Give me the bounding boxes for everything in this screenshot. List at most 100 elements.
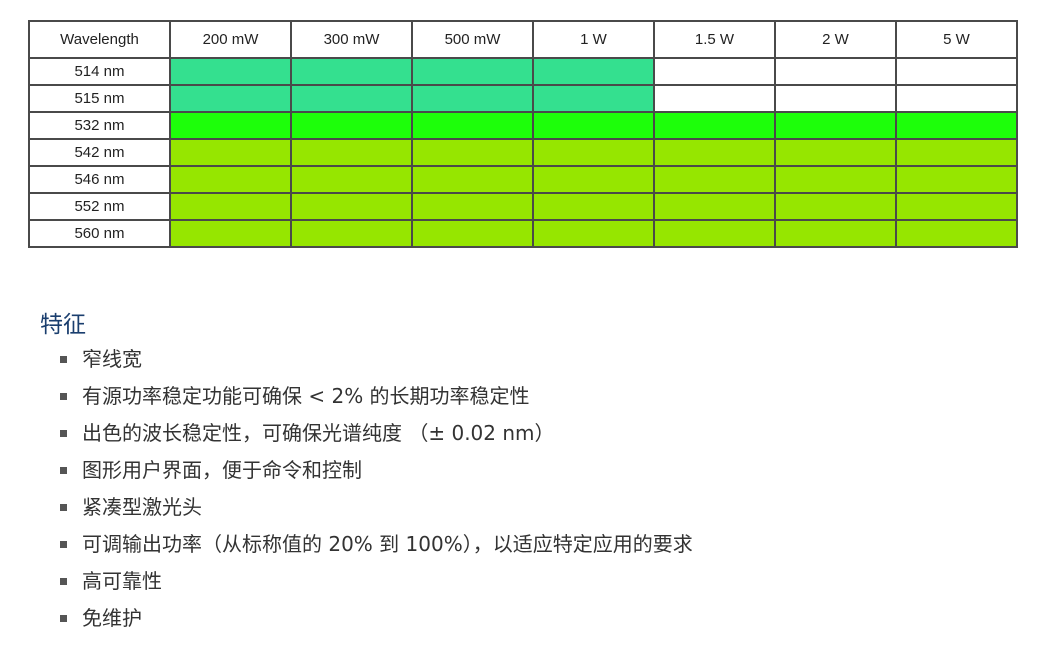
list-item: 可调输出功率（从标称值的 20% 到 100%），以适应特定应用的要求 — [60, 526, 693, 563]
wavelength-cell: 552 nm — [28, 192, 171, 221]
feature-text: 有源功率稳定功能可确保 < 2% 的长期功率稳定性 — [82, 384, 530, 408]
available-cell — [774, 165, 897, 194]
unavailable-cell — [774, 57, 897, 86]
feature-text: 出色的波长稳定性，可确保光谱纯度 （± 0.02 nm） — [82, 421, 555, 445]
bullet-icon — [60, 578, 67, 585]
wavelength-cell: 560 nm — [28, 219, 171, 248]
available-cell — [774, 192, 897, 221]
available-cell — [290, 192, 413, 221]
header-power: 5 W — [895, 20, 1018, 59]
table-row: 542 nm — [28, 138, 1018, 167]
feature-text: 可调输出功率（从标称值的 20% 到 100%），以适应特定应用的要求 — [82, 532, 693, 556]
bullet-icon — [60, 504, 67, 511]
available-cell — [895, 219, 1018, 248]
available-cell — [290, 57, 413, 86]
list-item: 图形用户界面，便于命令和控制 — [60, 452, 693, 489]
feature-text: 窄线宽 — [82, 347, 142, 371]
table-body: 514 nm 515 nm 532 nm 542 nm 546 nm 552 nm 560 … — [28, 57, 1018, 248]
available-cell — [290, 138, 413, 167]
wavelength-power-table: Wavelength 200 mW 300 mW 500 mW 1 W 1.5 … — [28, 20, 1018, 248]
available-cell — [290, 165, 413, 194]
bullet-icon — [60, 467, 67, 474]
unavailable-cell — [774, 84, 897, 113]
available-cell — [653, 165, 776, 194]
available-cell — [895, 165, 1018, 194]
bullet-icon — [60, 393, 67, 400]
product-page: Wavelength 200 mW 300 mW 500 mW 1 W 1.5 … — [0, 0, 1060, 655]
available-cell — [532, 84, 655, 113]
list-item: 高可靠性 — [60, 563, 693, 600]
table-row: 546 nm — [28, 165, 1018, 194]
available-cell — [532, 165, 655, 194]
header-power: 200 mW — [169, 20, 292, 59]
bullet-icon — [60, 430, 67, 437]
feature-list: 窄线宽 有源功率稳定功能可确保 < 2% 的长期功率稳定性 出色的波长稳定性，可… — [60, 341, 693, 637]
feature-text: 紧凑型激光头 — [82, 495, 202, 519]
feature-text: 图形用户界面，便于命令和控制 — [82, 458, 362, 482]
wavelength-cell: 546 nm — [28, 165, 171, 194]
available-cell — [290, 111, 413, 140]
table-row: 532 nm — [28, 111, 1018, 140]
wavelength-cell: 514 nm — [28, 57, 171, 86]
list-item: 窄线宽 — [60, 341, 693, 378]
available-cell — [169, 192, 292, 221]
available-cell — [169, 165, 292, 194]
list-item: 有源功率稳定功能可确保 < 2% 的长期功率稳定性 — [60, 378, 693, 415]
available-cell — [169, 57, 292, 86]
table-row: 515 nm — [28, 84, 1018, 113]
available-cell — [411, 192, 534, 221]
available-cell — [653, 111, 776, 140]
table-row: 552 nm — [28, 192, 1018, 221]
features-title: 特征 — [40, 312, 86, 338]
bullet-icon — [60, 541, 67, 548]
header-power: 500 mW — [411, 20, 534, 59]
feature-text: 高可靠性 — [82, 569, 162, 593]
header-power: 1 W — [532, 20, 655, 59]
available-cell — [774, 111, 897, 140]
available-cell — [653, 138, 776, 167]
table-row: 560 nm — [28, 219, 1018, 248]
available-cell — [774, 219, 897, 248]
available-cell — [411, 138, 534, 167]
available-cell — [411, 84, 534, 113]
wavelength-cell: 542 nm — [28, 138, 171, 167]
header-power: 300 mW — [290, 20, 413, 59]
available-cell — [411, 57, 534, 86]
available-cell — [411, 219, 534, 248]
wavelength-cell: 515 nm — [28, 84, 171, 113]
table-row: 514 nm — [28, 57, 1018, 86]
available-cell — [290, 219, 413, 248]
unavailable-cell — [653, 57, 776, 86]
available-cell — [411, 165, 534, 194]
available-cell — [169, 111, 292, 140]
available-cell — [653, 219, 776, 248]
available-cell — [774, 138, 897, 167]
list-item: 免维护 — [60, 600, 693, 637]
available-cell — [290, 84, 413, 113]
header-power: 1.5 W — [653, 20, 776, 59]
list-item: 出色的波长稳定性，可确保光谱纯度 （± 0.02 nm） — [60, 415, 693, 452]
unavailable-cell — [895, 57, 1018, 86]
wavelength-cell: 532 nm — [28, 111, 171, 140]
available-cell — [532, 111, 655, 140]
available-cell — [653, 192, 776, 221]
available-cell — [169, 84, 292, 113]
available-cell — [532, 219, 655, 248]
available-cell — [411, 111, 534, 140]
available-cell — [895, 138, 1018, 167]
unavailable-cell — [653, 84, 776, 113]
available-cell — [532, 192, 655, 221]
bullet-icon — [60, 615, 67, 622]
available-cell — [895, 192, 1018, 221]
unavailable-cell — [895, 84, 1018, 113]
header-power: 2 W — [774, 20, 897, 59]
available-cell — [895, 111, 1018, 140]
available-cell — [532, 138, 655, 167]
available-cell — [169, 138, 292, 167]
feature-text: 免维护 — [82, 606, 142, 630]
header-wavelength: Wavelength — [28, 20, 171, 59]
list-item: 紧凑型激光头 — [60, 489, 693, 526]
available-cell — [532, 57, 655, 86]
bullet-icon — [60, 356, 67, 363]
table-header-row: Wavelength 200 mW 300 mW 500 mW 1 W 1.5 … — [28, 20, 1018, 59]
